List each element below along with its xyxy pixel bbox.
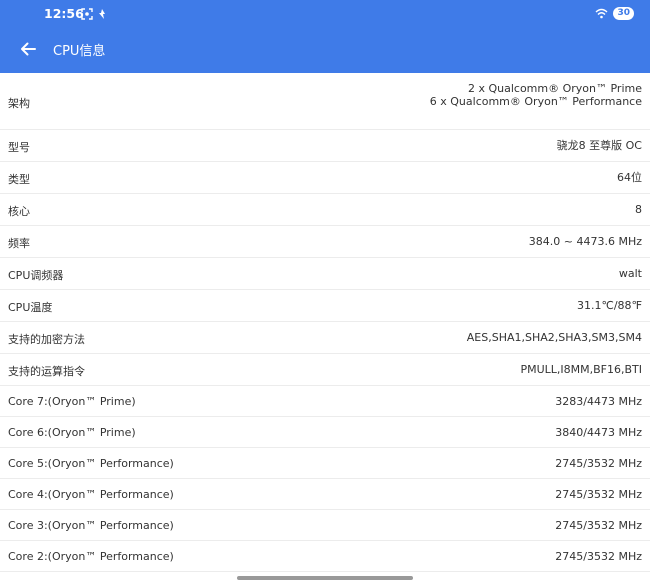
battery-indicator: 30 — [613, 7, 634, 20]
status-indicators: 30 — [595, 7, 634, 20]
row-label: 支持的加密方法 — [8, 333, 85, 346]
core-row: Core 7:(Oryon™ Prime) 3283/4473 MHz — [0, 386, 650, 417]
core-row: Core 5:(Oryon™ Performance) 2745/3532 MH… — [0, 448, 650, 479]
back-arrow-icon[interactable] — [18, 39, 38, 59]
core-label: Core 2:(Oryon™ Performance) — [8, 550, 174, 563]
row-value: 64位 — [617, 171, 642, 184]
core-label: Core 6:(Oryon™ Prime) — [8, 426, 136, 439]
info-row-governor: CPU调频器 walt — [0, 258, 650, 290]
row-value: 8 — [635, 203, 642, 216]
row-value: 2 x Qualcomm® Oryon™ Prime 6 x Qualcomm®… — [430, 82, 642, 108]
screen: 12:56 30 CPU信息 架构 2 x Qualcomm® Oryon™ P… — [0, 0, 650, 585]
info-row-instructions: 支持的运算指令 PMULL,I8MM,BF16,BTI — [0, 354, 650, 386]
core-row: Core 2:(Oryon™ Performance) 2745/3532 MH… — [0, 541, 650, 572]
core-frequency: 3840/4473 MHz — [555, 426, 642, 439]
info-row-model: 型号 骁龙8 至尊版 OC — [0, 130, 650, 162]
page-title: CPU信息 — [53, 44, 106, 59]
row-value: AES,SHA1,SHA2,SHA3,SM3,SM4 — [466, 331, 642, 344]
row-value: walt — [618, 267, 642, 280]
info-row-architecture: 架构 2 x Qualcomm® Oryon™ Prime 6 x Qualco… — [0, 73, 650, 130]
row-label: 支持的运算指令 — [8, 365, 85, 378]
info-row-temperature: CPU温度 31.1℃/88℉ — [0, 290, 650, 322]
info-row-cores: 核心 8 — [0, 194, 650, 226]
core-frequency: 2745/3532 MHz — [555, 488, 642, 501]
row-value: 31.1℃/88℉ — [576, 299, 642, 312]
app-bar: 12:56 30 CPU信息 — [0, 0, 650, 73]
row-label: 核心 — [8, 205, 30, 218]
status-time: 12:56 — [44, 6, 84, 21]
info-row-type: 类型 64位 — [0, 162, 650, 194]
info-row-frequency: 频率 384.0 ~ 4473.6 MHz — [0, 226, 650, 258]
core-label: Core 3:(Oryon™ Performance) — [8, 519, 174, 532]
core-row: Core 6:(Oryon™ Prime) 3840/4473 MHz — [0, 417, 650, 448]
row-label: 架构 — [8, 97, 30, 110]
row-value: PMULL,I8MM,BF16,BTI — [520, 363, 642, 376]
row-label: 类型 — [8, 173, 30, 186]
row-value-line: 2 x Qualcomm® Oryon™ Prime — [467, 82, 642, 95]
notification-app-icon — [99, 9, 105, 19]
row-value: 384.0 ~ 4473.6 MHz — [528, 235, 642, 248]
core-frequency: 3283/4473 MHz — [555, 395, 642, 408]
core-label: Core 5:(Oryon™ Performance) — [8, 457, 174, 470]
core-row: Core 4:(Oryon™ Performance) 2745/3532 MH… — [0, 479, 650, 510]
core-row: Core 3:(Oryon™ Performance) 2745/3532 MH… — [0, 510, 650, 541]
core-frequency: 2745/3532 MHz — [555, 550, 642, 563]
core-frequency: 2745/3532 MHz — [555, 457, 642, 470]
row-label: CPU调频器 — [8, 269, 64, 282]
core-label: Core 4:(Oryon™ Performance) — [8, 488, 174, 501]
gesture-nav-handle[interactable] — [237, 576, 413, 580]
core-label: Core 7:(Oryon™ Prime) — [8, 395, 136, 408]
row-label: CPU温度 — [8, 301, 53, 314]
core-frequency: 2745/3532 MHz — [555, 519, 642, 532]
row-label: 频率 — [8, 237, 30, 250]
row-value-line: 6 x Qualcomm® Oryon™ Performance — [429, 95, 642, 108]
row-label: 型号 — [8, 141, 30, 154]
row-value: 骁龙8 至尊版 OC — [556, 139, 642, 152]
wifi-icon — [595, 8, 608, 19]
info-row-crypto: 支持的加密方法 AES,SHA1,SHA2,SHA3,SM3,SM4 — [0, 322, 650, 354]
screenshot-icon — [81, 8, 93, 20]
cpu-info-list: 架构 2 x Qualcomm® Oryon™ Prime 6 x Qualco… — [0, 73, 650, 572]
